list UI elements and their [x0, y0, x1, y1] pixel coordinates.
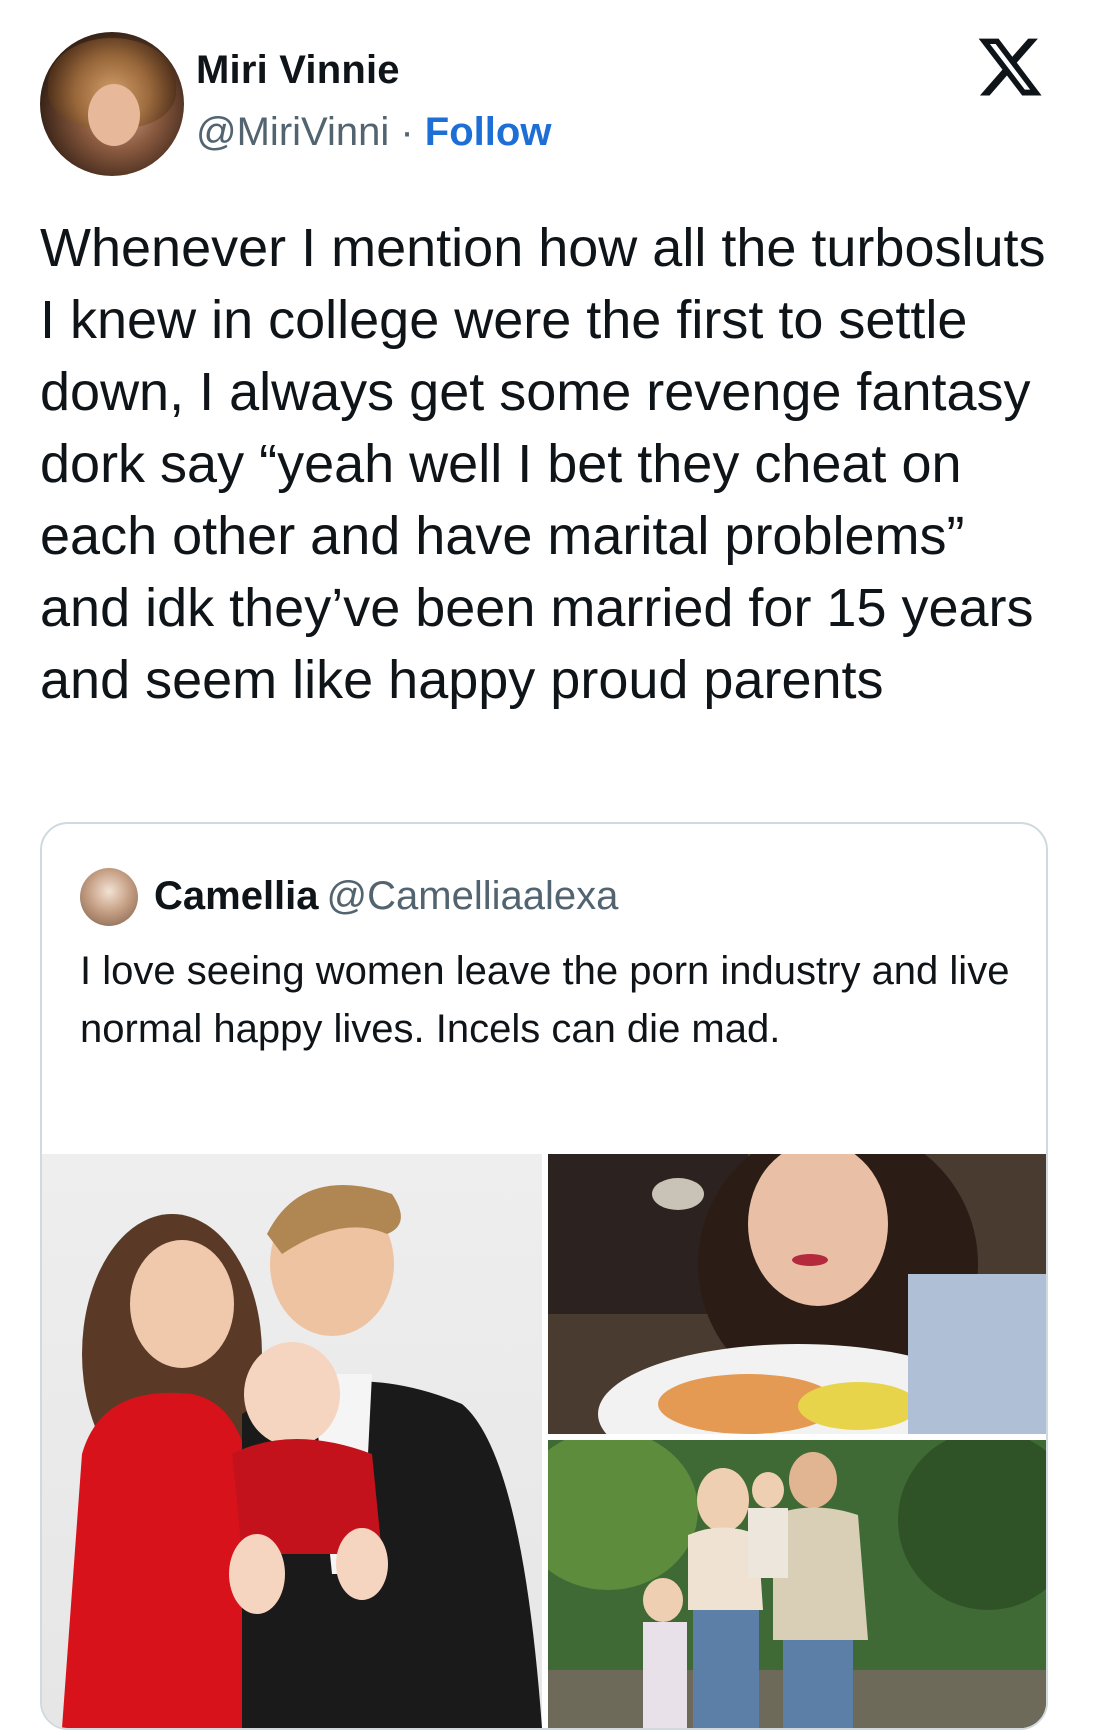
quoted-author-handle[interactable]: @Camelliaalexa [327, 874, 619, 918]
quoted-author-avatar[interactable] [80, 868, 138, 926]
quoted-tweet[interactable]: Camellia @Camelliaalexa I love seeing wom… [40, 822, 1048, 1730]
quoted-author-name[interactable]: Camellia [154, 874, 319, 918]
author-name[interactable]: Miri Vinnie [196, 48, 400, 93]
quoted-tweet-header: Camellia @Camelliaalexa [154, 874, 618, 919]
family-portrait-illustration [62, 1185, 542, 1728]
dinner-selfie-illustration [548, 1154, 1046, 1434]
family-portrait-photo[interactable] [42, 1154, 542, 1728]
author-handle-row: @MiriVinni · Follow [196, 110, 551, 155]
author-handle[interactable]: @MiriVinni [196, 110, 389, 154]
tweet-text: Whenever I mention how all the turboslut… [40, 218, 1061, 710]
family-outdoor-illustration [548, 1440, 1046, 1728]
avatar-face [88, 84, 140, 146]
dinner-selfie-photo[interactable] [548, 1154, 1046, 1434]
author-avatar[interactable] [40, 32, 184, 176]
follow-button[interactable]: Follow [425, 110, 552, 154]
quoted-tweet-text: I love seeing women leave the porn indus… [80, 949, 1010, 1051]
family-outdoor-photo[interactable] [548, 1440, 1046, 1728]
tweet-card: Miri Vinnie @MiriVinni · Follow Whenever… [0, 0, 1095, 1736]
handle-separator: · [389, 110, 425, 154]
x-logo-icon[interactable] [975, 32, 1045, 102]
